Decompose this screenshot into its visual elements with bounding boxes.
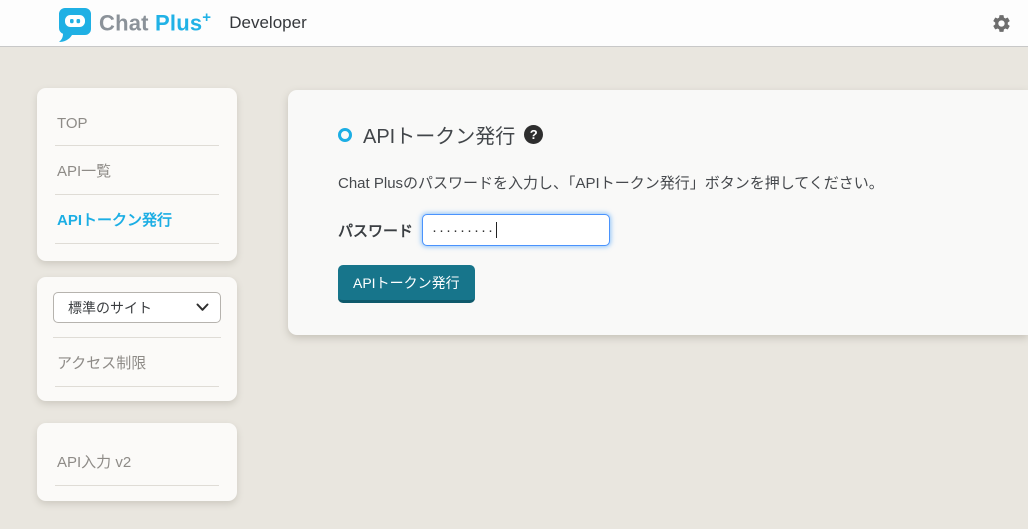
- api-token-issue-button[interactable]: APIトークン発行: [338, 265, 475, 303]
- password-form-row: パスワード ·········: [338, 214, 978, 246]
- page-title: APIトークン発行: [363, 120, 515, 149]
- site-select-value: 標準のサイト: [68, 298, 196, 318]
- site-select[interactable]: 標準のサイト: [53, 292, 221, 323]
- site-select-wrapper: 標準のサイト: [53, 277, 221, 338]
- password-masked-value: ·········: [432, 222, 495, 239]
- sidebar-item-top[interactable]: TOP: [55, 101, 219, 146]
- password-input[interactable]: ·········: [422, 214, 610, 246]
- sidebar-item-access-restriction[interactable]: アクセス制限: [55, 338, 219, 387]
- chatplus-logo[interactable]: Chat Plus+: [56, 3, 211, 44]
- settings-button[interactable]: [988, 10, 1014, 36]
- instruction-text: Chat Plusのパスワードを入力し、「APIトークン発行」ボタンを押してくだ…: [338, 172, 978, 193]
- text-caret: [496, 222, 497, 238]
- title-row: APIトークン発行 ?: [338, 120, 978, 149]
- chevron-down-icon: [196, 303, 209, 312]
- sidebar-item-api-token[interactable]: APIトークン発行: [55, 195, 219, 244]
- sidebar-item-api-input-v2[interactable]: API入力 v2: [55, 437, 219, 486]
- sidebar-api-v2-card: API入力 v2: [37, 423, 237, 501]
- developer-label: Developer: [229, 13, 307, 33]
- main-content-card: APIトークン発行 ? Chat Plusのパスワードを入力し、「APIトークン…: [288, 90, 1028, 335]
- help-icon[interactable]: ?: [524, 125, 543, 144]
- gear-icon: [991, 13, 1012, 34]
- chat-bubble-logo-icon: [56, 6, 92, 44]
- sidebar-item-api-list[interactable]: API一覧: [55, 146, 219, 195]
- section-circle-icon: [338, 128, 352, 142]
- sidebar-nav-card: TOP API一覧 APIトークン発行: [37, 88, 237, 261]
- top-header: Chat Plus+ Developer: [0, 0, 1028, 47]
- password-label: パスワード: [338, 220, 413, 241]
- logo-wordmark: Chat Plus+: [99, 9, 211, 36]
- sidebar-site-card: 標準のサイト アクセス制限: [37, 277, 237, 401]
